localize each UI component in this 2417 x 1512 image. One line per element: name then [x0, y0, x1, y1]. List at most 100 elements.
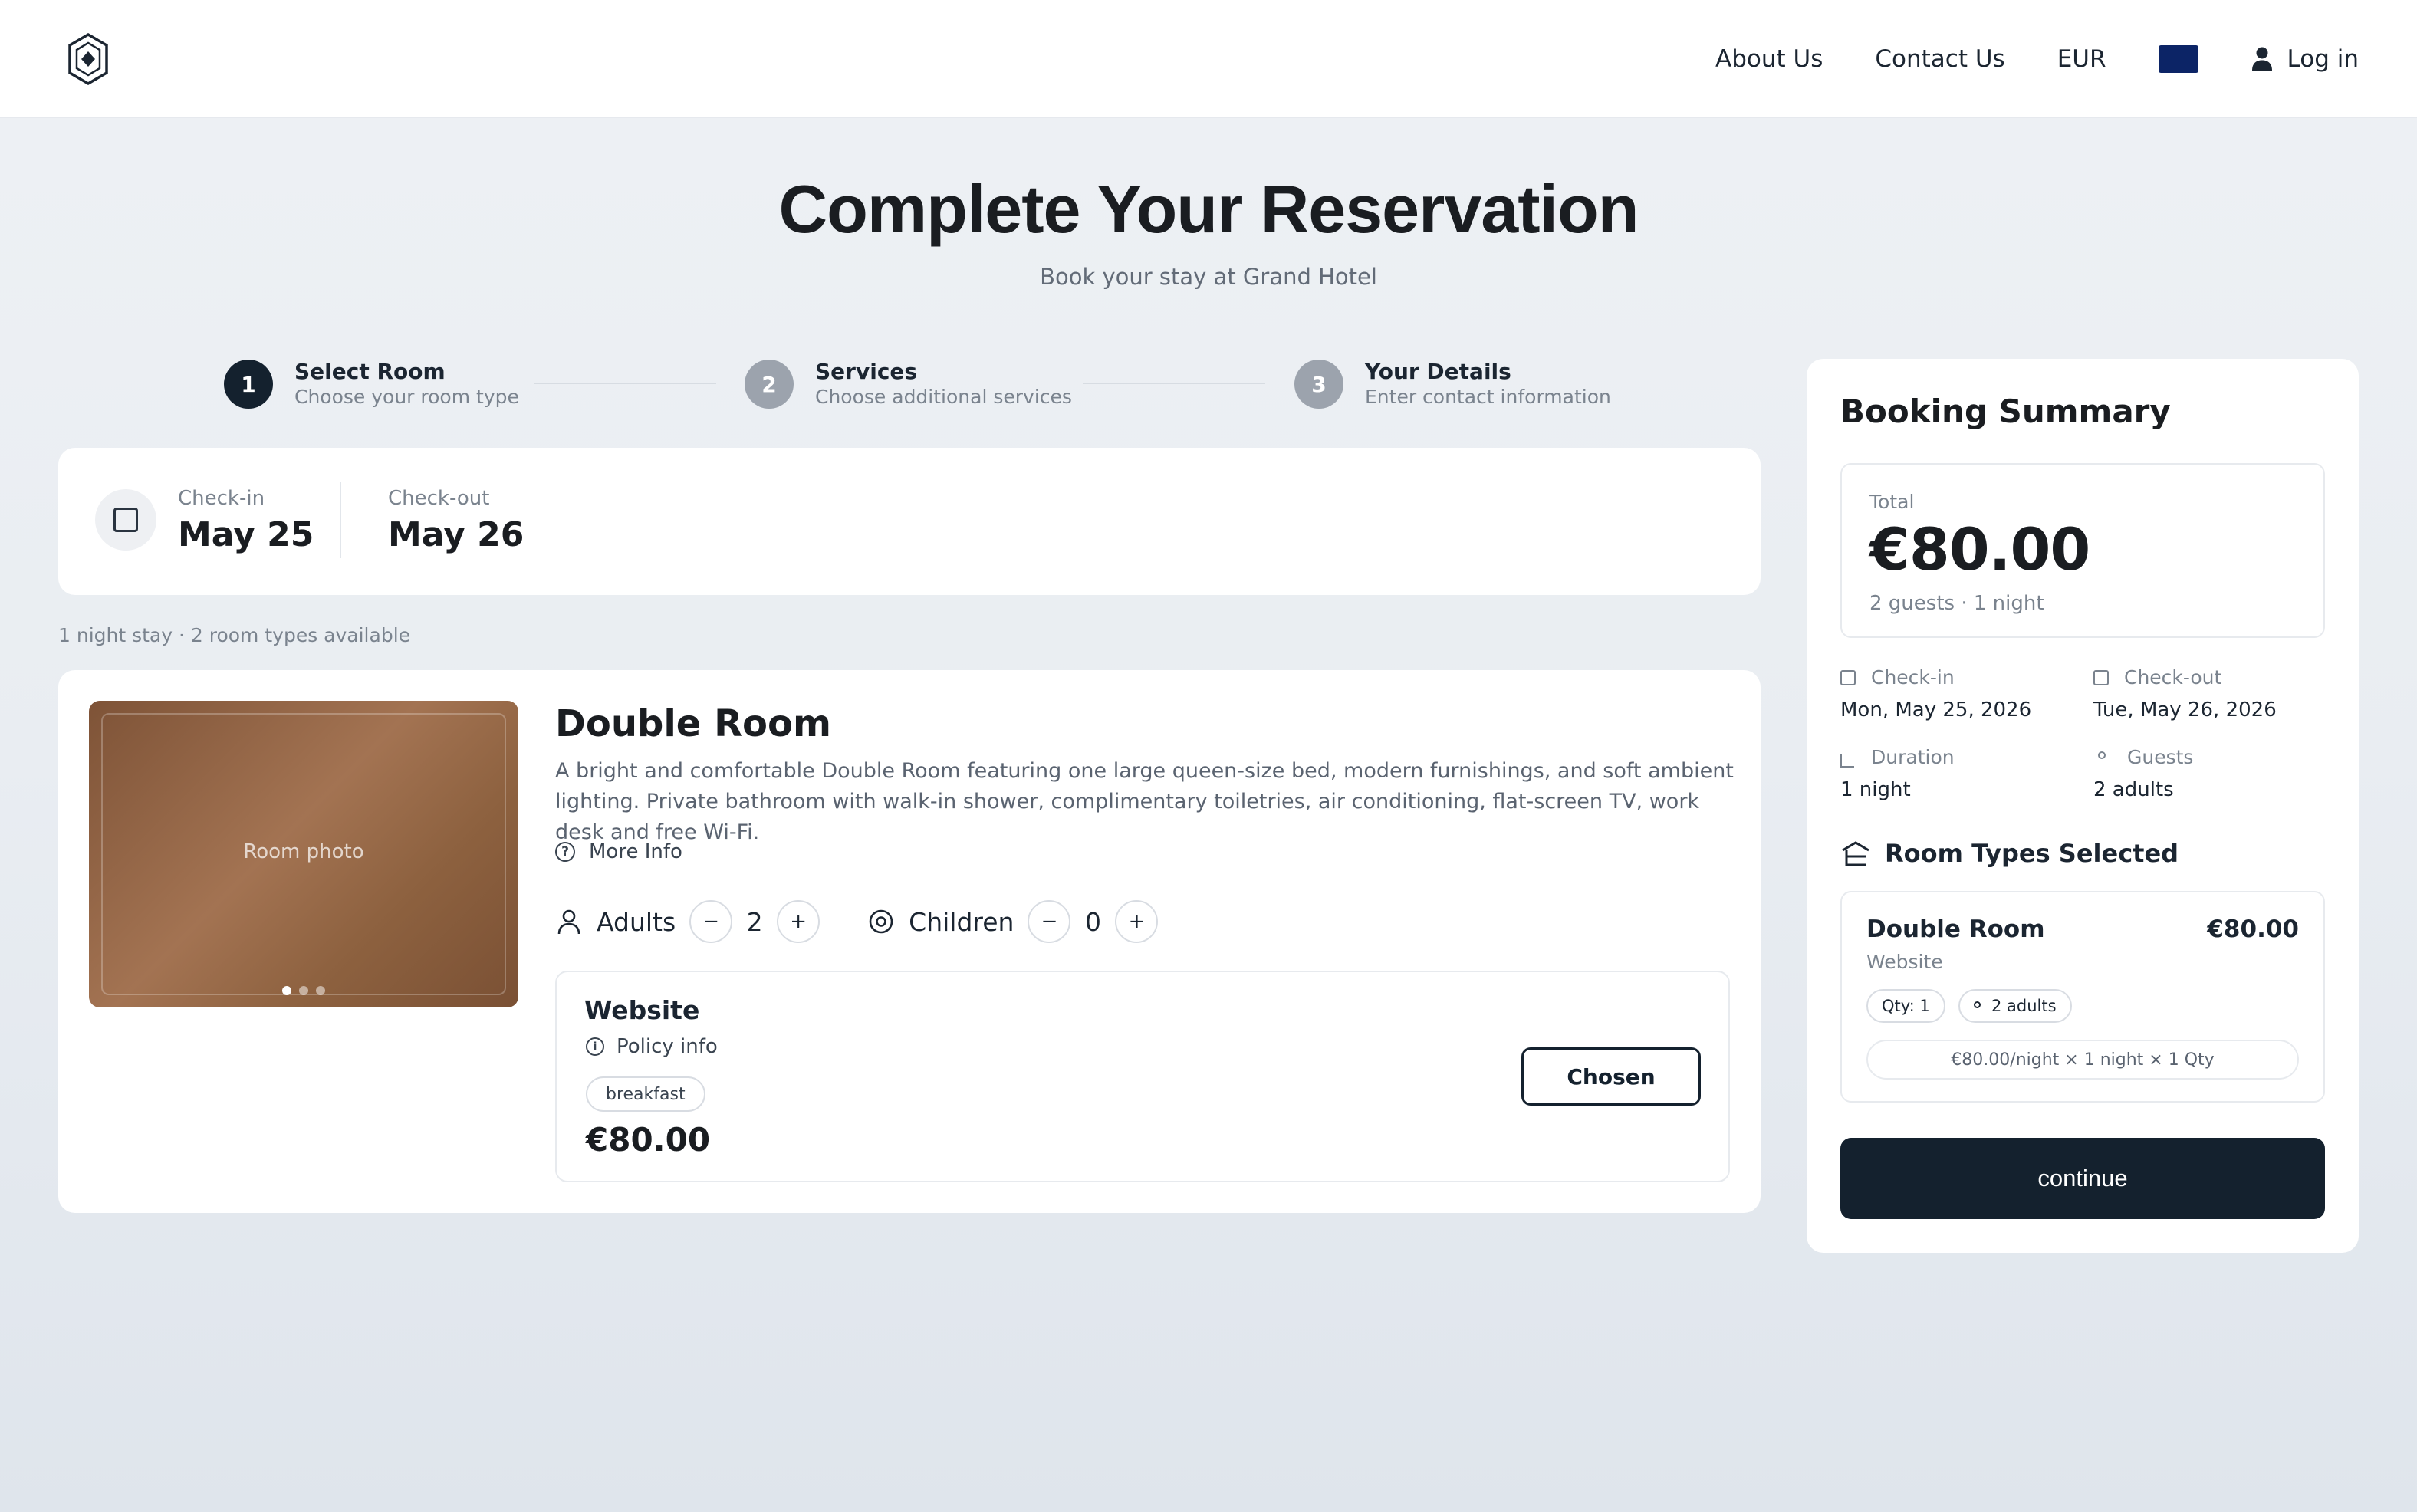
room-photo[interactable]: Room photo [89, 701, 518, 1007]
guests-icon [2098, 751, 2106, 759]
qty-pill: Qty: 1 [1866, 989, 1945, 1023]
step-title: Select Room [294, 359, 446, 384]
continue-button[interactable]: continue [1840, 1138, 2325, 1219]
question-circle-icon: ? [555, 842, 575, 862]
rate-option: Website i Policy info breakfast €80.00 C… [555, 971, 1730, 1182]
checkin-label: Check-in [178, 487, 265, 510]
summary-checkin-label: Check-in [1871, 666, 1955, 689]
summary-checkout-label: Check-out [2124, 666, 2222, 689]
currency-selector[interactable]: EUR [2057, 45, 2106, 73]
step-title: Your Details [1365, 359, 1511, 384]
chosen-button[interactable]: Chosen [1521, 1047, 1701, 1106]
step-select-room[interactable]: 1 Select Room Choose your room type [224, 359, 519, 409]
summary-title: Booking Summary [1840, 393, 2171, 430]
summary-checkin-value: Mon, May 25, 2026 [1840, 698, 2032, 721]
page-subtitle: Book your stay at Grand Hotel [1040, 264, 1377, 290]
children-label: Children [909, 906, 1014, 937]
hotel-icon [1842, 841, 1869, 866]
step-your-details[interactable]: 3 Your Details Enter contact information [1294, 359, 1611, 409]
children-count: 0 [1084, 906, 1101, 937]
top-header: About Us Contact Us EUR Log in [0, 0, 2417, 118]
page-title: Complete Your Reservation [778, 171, 1639, 247]
carousel-dot[interactable] [316, 986, 325, 995]
adults-increment-button[interactable]: + [777, 900, 820, 943]
checkout-label: Check-out [388, 487, 490, 510]
room-card: Room photo Double Room A bright and comf… [58, 670, 1761, 1213]
hotel-logo-icon[interactable] [67, 32, 109, 86]
rate-tag: breakfast [586, 1076, 705, 1112]
step-connector [534, 383, 716, 384]
step-subtitle: Choose additional services [815, 386, 1072, 408]
guests-pill: 2 adults [1958, 989, 2072, 1023]
step-title: Services [815, 359, 918, 384]
child-icon [869, 909, 893, 934]
summary-guests: Guests 2 adults [2093, 745, 2193, 802]
nav-contact-us[interactable]: Contact Us [1875, 45, 2004, 73]
login-button[interactable]: Log in [2251, 45, 2359, 73]
checkin-date[interactable]: Check-in May 25 [178, 486, 314, 557]
step-services[interactable]: 2 Services Choose additional services [745, 359, 1072, 409]
total-value: €80.00 [1869, 515, 2090, 583]
calendar-icon[interactable] [95, 489, 156, 551]
guests-icon [1974, 1001, 1981, 1008]
room-description: A bright and comfortable Double Room fea… [555, 759, 1734, 844]
children-decrement-button[interactable]: − [1028, 900, 1071, 943]
room-types-heading: Room Types Selected [1840, 839, 2179, 868]
carousel-dot[interactable] [282, 986, 291, 995]
summary-duration: Duration 1 night [1840, 745, 1955, 802]
more-info-link[interactable]: ? More Info [555, 840, 682, 863]
guest-selector: Adults − 2 + Children − 0 + [555, 900, 1159, 943]
summary-checkin: Check-in Mon, May 25, 2026 [1840, 666, 2031, 722]
step-subtitle: Choose your room type [294, 386, 519, 408]
summary-checkout-value: Tue, May 26, 2026 [2093, 698, 2277, 721]
checkin-value: May 25 [178, 515, 314, 554]
main-nav: About Us Contact Us EUR Log in [1715, 0, 2359, 118]
photo-carousel-dots [89, 986, 518, 995]
selected-room-name: Double Room [1866, 915, 2045, 943]
adults-decrement-button[interactable]: − [689, 900, 733, 943]
total-box: Total €80.00 2 guests · 1 night [1840, 463, 2325, 638]
person-icon [557, 909, 580, 935]
checkout-date[interactable]: Check-out May 26 [388, 486, 524, 557]
rate-name: Website [584, 995, 700, 1025]
checkout-value: May 26 [388, 515, 525, 554]
step-number: 1 [224, 360, 273, 409]
summary-duration-value: 1 night [1840, 778, 1911, 801]
selected-room-source: Website [1866, 951, 1943, 973]
children-increment-button[interactable]: + [1115, 900, 1159, 943]
selected-room-item: Double Room €80.00 Website Qty: 1 2 adul… [1840, 891, 2325, 1103]
room-name: Double Room [555, 702, 831, 745]
summary-duration-label: Duration [1871, 746, 1955, 768]
policy-info-link[interactable]: i Policy info [586, 1035, 718, 1058]
adults-count: 2 [746, 906, 763, 937]
adults-label: Adults [597, 906, 676, 937]
info-circle-icon: i [586, 1037, 604, 1056]
calendar-icon [2093, 670, 2109, 685]
carousel-dot[interactable] [299, 986, 308, 995]
selected-room-price: €80.00 [2207, 915, 2299, 943]
user-icon [2251, 47, 2272, 71]
room-types-title: Room Types Selected [1885, 839, 2179, 868]
summary-checkout: Check-out Tue, May 26, 2026 [2093, 666, 2277, 722]
more-info-label: More Info [589, 840, 682, 863]
summary-guests-value: 2 adults [2093, 778, 2174, 801]
language-flag-icon[interactable] [2158, 45, 2198, 73]
price-calculation: €80.00/night × 1 night × 1 Qty [1866, 1040, 2299, 1080]
date-divider [340, 482, 341, 558]
room-photo-label: Room photo [243, 840, 364, 863]
booking-summary: Booking Summary Total €80.00 2 guests · … [1807, 359, 2359, 1253]
total-label: Total [1869, 491, 1915, 513]
stay-info: 1 night stay · 2 room types available [58, 624, 411, 646]
guests-pill-label: 2 adults [1991, 997, 2057, 1015]
total-subtext: 2 guests · 1 night [1869, 592, 2044, 615]
policy-info-label: Policy info [617, 1035, 718, 1058]
duration-icon [1840, 754, 1854, 768]
summary-guests-label: Guests [2127, 746, 2194, 768]
step-number: 3 [1294, 360, 1343, 409]
step-subtitle: Enter contact information [1365, 386, 1611, 408]
step-connector [1083, 383, 1265, 384]
date-selector-card[interactable]: Check-in May 25 Check-out May 26 [58, 448, 1761, 595]
step-number: 2 [745, 360, 794, 409]
calendar-icon [1840, 670, 1856, 685]
nav-about-us[interactable]: About Us [1715, 45, 1823, 73]
